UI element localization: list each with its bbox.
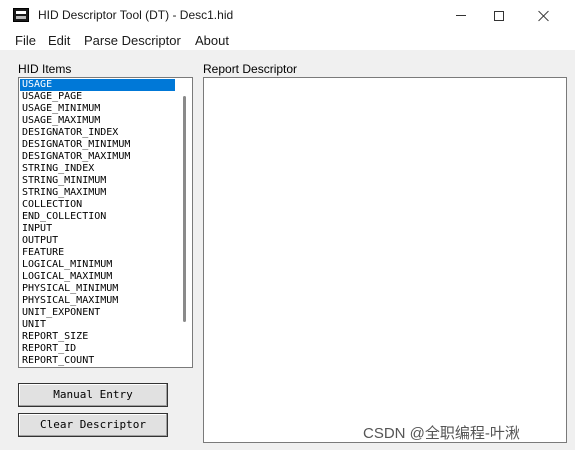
close-icon — [538, 10, 550, 22]
report-descriptor-label: Report Descriptor — [203, 62, 298, 76]
list-item[interactable]: USAGE_MAXIMUM — [20, 115, 175, 127]
app-icon[interactable] — [13, 8, 29, 22]
list-item[interactable]: USAGE — [20, 79, 175, 91]
list-item[interactable]: OUTPUT — [20, 235, 175, 247]
menu-edit[interactable]: Edit — [48, 33, 70, 48]
maximize-icon — [494, 10, 504, 21]
menu-about[interactable]: About — [195, 33, 229, 48]
list-item[interactable]: DESIGNATOR_MINIMUM — [20, 139, 175, 151]
list-item[interactable]: REPORT_COUNT — [20, 355, 175, 367]
hid-items-label: HID Items — [18, 62, 72, 76]
list-item[interactable]: STRING_MINIMUM — [20, 175, 175, 187]
clear-descriptor-button[interactable]: Clear Descriptor — [18, 413, 168, 437]
window-title: HID Descriptor Tool (DT) - Desc1.hid — [38, 8, 234, 22]
list-item[interactable]: FEATURE — [20, 247, 175, 259]
list-item[interactable]: DESIGNATOR_MAXIMUM — [20, 151, 175, 163]
list-scrollbar[interactable] — [183, 96, 186, 322]
app-window: HID Descriptor Tool (DT) - Desc1.hid Fil… — [0, 0, 575, 450]
hid-items-list[interactable]: USAGE USAGE_PAGE USAGE_MINIMUM USAGE_MAXIMU… — [18, 77, 193, 368]
list-item[interactable]: REPORT_ID — [20, 343, 175, 355]
list-item[interactable]: LOGICAL_MAXIMUM — [20, 271, 175, 283]
list-item[interactable]: PHYSICAL_MAXIMUM — [20, 295, 175, 307]
menu-parse-descriptor[interactable]: Parse Descriptor — [84, 33, 181, 48]
list-item[interactable]: END_COLLECTION — [20, 211, 175, 223]
title-bar[interactable]: HID Descriptor Tool (DT) - Desc1.hid — [0, 0, 575, 31]
maximize-button[interactable] — [476, 0, 522, 31]
list-item[interactable]: STRING_INDEX — [20, 163, 175, 175]
list-item[interactable]: UNIT — [20, 319, 175, 331]
manual-entry-button[interactable]: Manual Entry — [18, 383, 168, 407]
list-item[interactable]: COLLECTION — [20, 199, 175, 211]
list-item[interactable]: PHYSICAL_MINIMUM — [20, 283, 175, 295]
menu-file[interactable]: File — [15, 33, 36, 48]
list-item[interactable]: USAGE_PAGE — [20, 91, 175, 103]
list-item[interactable]: STRING_MAXIMUM — [20, 187, 175, 199]
minimize-icon — [456, 15, 466, 16]
list-item[interactable]: REPORT_SIZE — [20, 331, 175, 343]
report-descriptor-pane[interactable] — [203, 77, 567, 443]
menu-bar: File Edit Parse Descriptor About — [0, 31, 575, 50]
list-item[interactable]: UNIT_EXPONENT — [20, 307, 175, 319]
close-button[interactable] — [521, 0, 567, 31]
list-item[interactable]: INPUT — [20, 223, 175, 235]
list-item[interactable]: USAGE_MINIMUM — [20, 103, 175, 115]
list-item[interactable]: DESIGNATOR_INDEX — [20, 127, 175, 139]
watermark: CSDN @全职编程-叶湫 — [363, 425, 520, 442]
list-item[interactable]: LOGICAL_MINIMUM — [20, 259, 175, 271]
